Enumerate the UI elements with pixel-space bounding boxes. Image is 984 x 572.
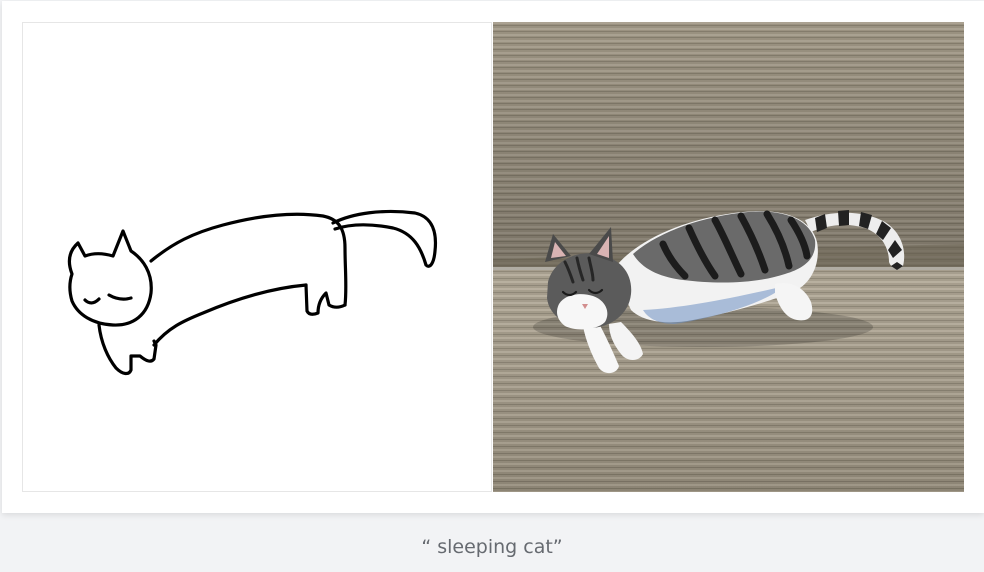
sketch-panel (22, 22, 492, 492)
cat-photo-icon (493, 22, 964, 492)
prompt-caption: “ sleeping cat” (421, 536, 563, 558)
generated-photo (493, 22, 964, 492)
result-card (2, 1, 984, 513)
cat-sketch-icon (67, 209, 438, 376)
